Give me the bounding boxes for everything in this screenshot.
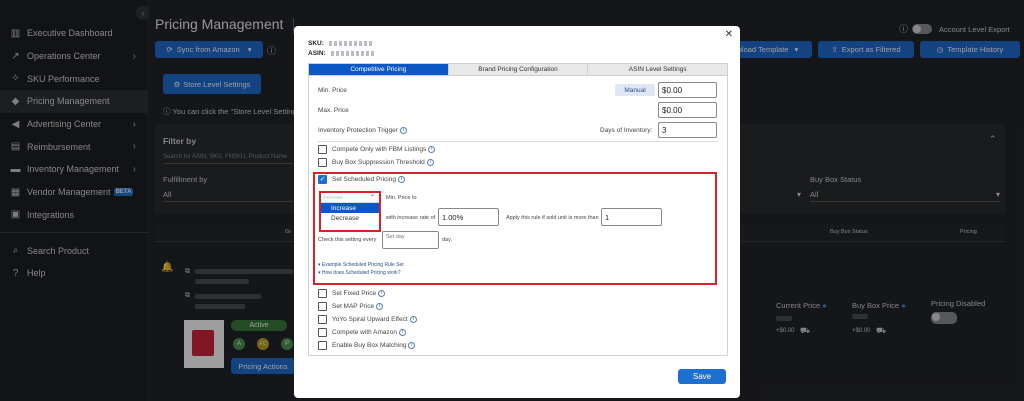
modal-tabs: Competitive Pricing Brand Pricing Config… <box>308 63 728 76</box>
info-icon[interactable]: i <box>397 176 405 183</box>
info-icon[interactable]: i <box>376 303 384 310</box>
yoyo-checkbox[interactable] <box>318 315 327 324</box>
close-icon[interactable]: ✕ <box>725 29 733 40</box>
buybox-suppression-label: Buy Box Suppression Threshold i <box>332 159 434 166</box>
competitive-pricing-panel: Min. Price Manual $0.00 Max. Price $0.00… <box>308 76 728 356</box>
max-price-label: Max. Price <box>318 107 349 114</box>
save-button[interactable]: Save <box>678 369 726 384</box>
info-icon[interactable]: i <box>378 290 386 297</box>
manual-badge[interactable]: Manual <box>615 84 655 96</box>
info-icon[interactable]: i <box>408 342 416 349</box>
scheduled-pricing-label: Set Scheduled Pricing i <box>332 176 405 183</box>
inventory-protection-label: Inventory Protection Trigger i <box>318 127 407 134</box>
tab-asin-level-settings[interactable]: ASIN Level Settings <box>588 64 728 75</box>
info-icon[interactable]: i <box>399 329 407 336</box>
sold-unit-rule-input[interactable]: 1 <box>601 208 662 226</box>
increase-rate-input[interactable]: 1.00% <box>438 208 499 226</box>
pricing-settings-modal: ✕ SKU: ASIN: Competitive Pricing Brand P… <box>294 26 740 398</box>
how-it-works-link[interactable]: ▾ How does Scheduled Pricing work? <box>318 270 401 276</box>
scheduled-pricing-checkbox[interactable]: ✓ <box>318 175 327 184</box>
info-icon[interactable]: i <box>426 159 434 166</box>
compete-amazon-checkbox[interactable] <box>318 328 327 337</box>
min-price-input[interactable]: $0.00 <box>658 82 717 98</box>
dropdown-option-decrease[interactable]: Decrease <box>321 213 379 223</box>
sold-unit-rule-label: Apply this rule if sold unit is more tha… <box>506 215 599 221</box>
buybox-matching-checkbox[interactable] <box>318 341 327 350</box>
map-price-label: Set MAP Price i <box>332 303 384 310</box>
compete-amazon-label: Compete with Amazon i <box>332 329 407 336</box>
min-price-label: Min. Price <box>318 87 347 94</box>
buybox-suppression-checkbox[interactable] <box>318 158 327 167</box>
divider <box>318 141 718 142</box>
tab-brand-pricing-configuration[interactable]: Brand Pricing Configuration <box>448 64 589 75</box>
sku-masked <box>328 40 373 46</box>
yoyo-label: YoYo Spiral Upward Effect i <box>332 316 417 323</box>
fixed-price-label: Set Fixed Price i <box>332 290 386 297</box>
direction-dropdown-head[interactable]: Increase ⌃ <box>321 193 379 203</box>
buybox-matching-label: Enable Buy Box Matching i <box>332 342 416 349</box>
fixed-price-checkbox[interactable] <box>318 289 327 298</box>
set-day-input[interactable]: Set day <box>382 231 439 249</box>
info-icon[interactable]: i <box>399 127 407 134</box>
max-price-input[interactable]: $0.00 <box>658 102 717 118</box>
days-inventory-input[interactable]: 3 <box>658 122 717 138</box>
info-icon[interactable]: i <box>409 316 417 323</box>
tab-competitive-pricing[interactable]: Competitive Pricing <box>309 64 449 75</box>
example-rule-link[interactable]: ▾ Example Scheduled Pricing Rule Set <box>318 262 404 268</box>
asin-masked <box>330 50 375 56</box>
chevron-up-icon: ⌃ <box>369 195 375 201</box>
map-price-checkbox[interactable] <box>318 302 327 311</box>
increase-rate-label: with increase rate of <box>386 215 436 221</box>
sku-line: SKU: <box>308 40 373 47</box>
compete-fbm-label: Compete Only with FBM Listings i <box>332 146 436 153</box>
info-icon[interactable]: i <box>428 146 436 153</box>
days-inventory-label: Days of Inventory: <box>600 127 653 134</box>
compete-fbm-checkbox[interactable] <box>318 145 327 154</box>
day-suffix-label: day. <box>442 237 452 243</box>
min-price-to-label: Min. Price to <box>386 195 417 201</box>
asin-line: ASIN: <box>308 50 375 57</box>
check-every-label: Check this setting every <box>318 237 377 243</box>
dropdown-option-increase[interactable]: Increase <box>321 203 379 213</box>
direction-dropdown[interactable]: Increase ⌃ Increase Decrease <box>321 193 379 230</box>
